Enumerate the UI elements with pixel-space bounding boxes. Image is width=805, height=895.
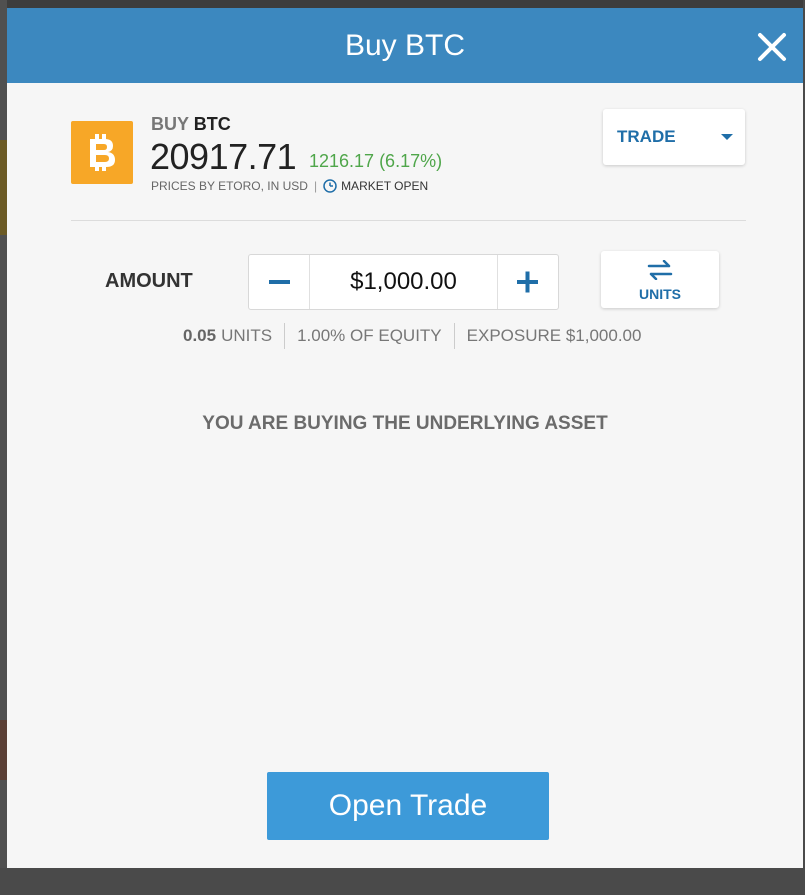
units-suffix: UNITS: [221, 326, 273, 345]
decrease-amount-button[interactable]: [249, 255, 310, 309]
equity-percentage: 1.00% OF EQUITY: [297, 326, 442, 345]
prices-note: PRICES BY ETORO, IN USD | MARKET OPEN: [151, 179, 428, 193]
divider: [453, 323, 455, 349]
background-block: [0, 720, 7, 780]
units-toggle-label: UNITS: [639, 286, 681, 302]
divider: [284, 323, 286, 349]
amount-input[interactable]: [311, 267, 496, 297]
increase-amount-button[interactable]: [497, 255, 558, 309]
bitcoin-icon: [71, 121, 133, 184]
background-strip-bottom: [0, 868, 805, 895]
chevron-down-icon: [721, 134, 733, 140]
action-label: BUY: [151, 114, 189, 134]
modal-title: Buy BTC: [344, 29, 466, 62]
minus-icon: [269, 280, 290, 284]
background-strip-left: [0, 0, 7, 895]
units-toggle-button[interactable]: UNITS: [601, 251, 719, 308]
amount-stepper: [248, 254, 559, 310]
price-change: 1216.17 (6.17%): [309, 151, 443, 171]
order-type-value: TRADE: [617, 127, 676, 146]
swap-icon: [647, 260, 673, 280]
instrument-heading: BUY BTC: [151, 114, 231, 135]
close-icon: [758, 33, 786, 61]
amount-info: 0.05 UNITS 1.00% OF EQUITY EXPOSURE $1,0…: [183, 323, 641, 349]
background-block: [0, 140, 7, 235]
trade-modal: Buy BTC BUY BTC 20917.71 1216.17 (6.17%)…: [7, 8, 803, 868]
open-trade-button[interactable]: Open Trade: [267, 772, 549, 840]
exposure-value: EXPOSURE $1,000.00: [466, 326, 642, 345]
separator: |: [313, 179, 318, 193]
underlying-asset-notice: YOU ARE BUYING THE UNDERLYING ASSET: [202, 413, 608, 434]
modal-header: Buy BTC: [7, 8, 803, 83]
market-status-label: MARKET OPEN: [341, 179, 429, 193]
instrument-price: 20917.71: [150, 136, 297, 177]
units-count: 0.05: [183, 326, 217, 345]
order-type-dropdown[interactable]: TRADE: [603, 109, 745, 165]
divider: [71, 220, 746, 221]
clock-icon: [323, 179, 337, 193]
amount-label: AMOUNT: [105, 270, 193, 292]
close-button[interactable]: [755, 30, 789, 64]
plus-icon: [517, 271, 538, 293]
prices-source: PRICES BY ETORO, IN USD: [151, 179, 308, 193]
instrument-symbol: BTC: [193, 114, 231, 134]
market-status: MARKET OPEN: [323, 179, 428, 193]
